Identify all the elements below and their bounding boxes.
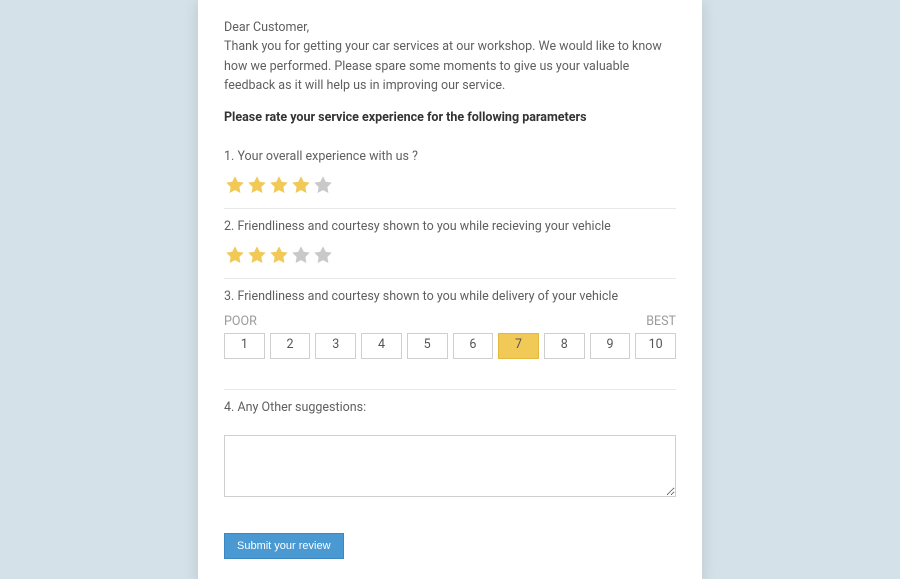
star-icon[interactable] <box>312 244 334 266</box>
rating-q2[interactable] <box>224 244 676 266</box>
star-icon[interactable] <box>268 174 290 196</box>
star-icon[interactable] <box>312 174 334 196</box>
star-icon[interactable] <box>290 244 312 266</box>
question-3-label: 3. Friendliness and courtesy shown to yo… <box>224 289 676 304</box>
scale-option-9[interactable]: 9 <box>590 333 631 359</box>
star-icon[interactable] <box>268 244 290 266</box>
question-3: 3. Friendliness and courtesy shown to yo… <box>224 279 676 390</box>
scale-option-6[interactable]: 6 <box>453 333 494 359</box>
suggestions-textarea[interactable] <box>224 435 676 497</box>
star-icon[interactable] <box>246 174 268 196</box>
question-1-label: 1. Your overall experience with us ? <box>224 149 676 164</box>
section-prompt: Please rate your service experience for … <box>224 110 676 125</box>
scale-labels: POOR BEST <box>224 314 676 329</box>
star-icon[interactable] <box>224 244 246 266</box>
star-icon[interactable] <box>290 174 312 196</box>
salutation: Dear Customer, <box>224 20 309 35</box>
submit-button[interactable]: Submit your review <box>224 533 344 559</box>
scale-option-2[interactable]: 2 <box>270 333 311 359</box>
scale-q3: 12345678910 <box>224 333 676 359</box>
question-1: 1. Your overall experience with us ? <box>224 139 676 209</box>
rating-q1[interactable] <box>224 174 676 196</box>
question-2: 2. Friendliness and courtesy shown to yo… <box>224 209 676 279</box>
greeting-body: Thank you for getting your car services … <box>224 39 662 93</box>
scale-option-1[interactable]: 1 <box>224 333 265 359</box>
question-4: 4. Any Other suggestions: <box>224 390 676 513</box>
star-icon[interactable] <box>246 244 268 266</box>
scale-high-label: BEST <box>646 314 676 329</box>
greeting-text: Dear Customer, Thank you for getting you… <box>224 18 676 96</box>
scale-option-4[interactable]: 4 <box>361 333 402 359</box>
question-2-label: 2. Friendliness and courtesy shown to yo… <box>224 219 676 234</box>
scale-low-label: POOR <box>224 314 257 329</box>
star-icon[interactable] <box>224 174 246 196</box>
scale-option-10[interactable]: 10 <box>635 333 676 359</box>
scale-option-3[interactable]: 3 <box>315 333 356 359</box>
question-4-label: 4. Any Other suggestions: <box>224 400 676 415</box>
scale-option-5[interactable]: 5 <box>407 333 448 359</box>
feedback-card: Dear Customer, Thank you for getting you… <box>198 0 702 579</box>
scale-option-8[interactable]: 8 <box>544 333 585 359</box>
scale-option-7[interactable]: 7 <box>498 333 539 359</box>
